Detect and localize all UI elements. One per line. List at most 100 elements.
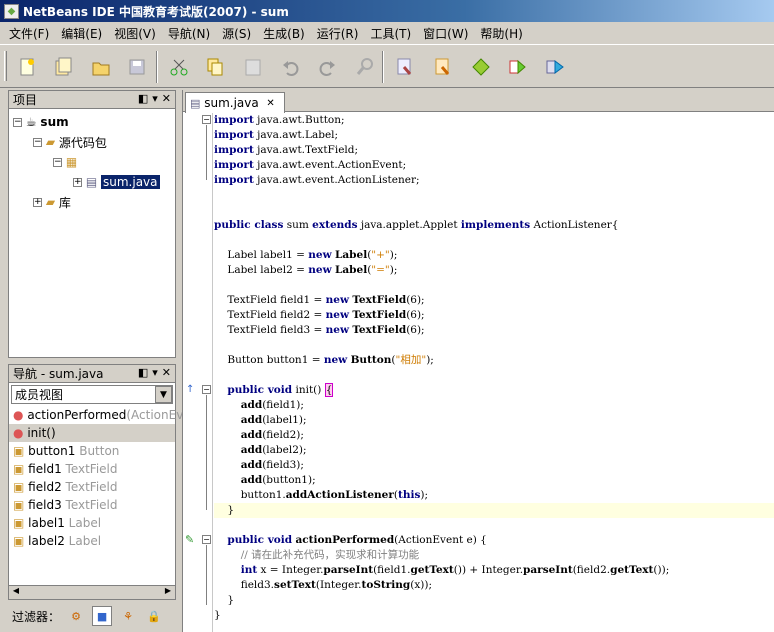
navigator-item-field2[interactable]: ▣ field2 TextField [9,478,175,496]
item-name: actionPerformed [27,408,127,422]
toolbar-grip[interactable] [4,51,7,81]
copy-icon[interactable] [202,54,228,80]
build-icon[interactable] [392,54,418,80]
filter-inherited-icon[interactable]: ⚙ [66,606,86,626]
window-title: NetBeans IDE 中国教育考试版(2007) - sum [23,4,289,19]
menu-help[interactable]: 帮助(H) [475,25,527,42]
code-line: add(label2); [240,444,307,456]
undo-icon[interactable] [278,54,304,80]
step-icon[interactable] [542,54,568,80]
expand-icon[interactable]: + [33,197,42,207]
code-line: import java.awt.event.ActionListener; [214,174,420,186]
toolbar [0,44,774,88]
fold-init-icon[interactable]: − [202,385,211,394]
dropdown-icon[interactable]: ▾ [152,366,158,379]
paste-icon[interactable] [240,54,266,80]
redo-icon[interactable] [314,54,340,80]
menu-view[interactable]: 视图(V) [109,25,161,42]
clean-build-icon[interactable] [430,54,456,80]
navigator-item-field1[interactable]: ▣ field1 TextField [9,460,175,478]
new-project-icon[interactable] [50,54,76,80]
code-line: import java.awt.Label; [214,129,339,141]
item-type: TextField [65,462,118,476]
code-line: TextField field3 = new TextField(6); [214,324,425,336]
expand-icon[interactable]: + [73,177,82,187]
field-icon: ▣ [13,444,25,458]
tree-node-sum-java[interactable]: + ▤ sum.java [73,173,160,191]
code-line: public void init() { [227,383,334,397]
navigator-item-init[interactable]: ● init() [9,424,175,442]
code-line: import java.awt.TextField; [214,144,359,156]
tree-label: 库 [58,195,71,210]
menu-source[interactable]: 源(S) [217,25,256,42]
navigator-item-button1[interactable]: ▣ button1 Button [9,442,175,460]
code-line: } [214,609,221,621]
collapse-icon[interactable]: − [33,137,42,147]
dropdown-icon[interactable]: ▾ [152,92,158,105]
new-file-icon[interactable] [14,54,40,80]
code-line: add(button1); [240,474,316,486]
debug-icon[interactable] [504,54,530,80]
tree-node-sum[interactable]: − ☕ sum [13,113,69,131]
tree-label: sum [40,115,69,129]
filter-bar: 过滤器： ⚙ ■ ⚘ 🔒 [8,601,174,631]
netbeans-logo-icon: ◆ [4,3,19,19]
projects-panel-header: 项目 ◧ ▾ ✕ [9,91,175,109]
filter-private-icon[interactable]: 🔒 [144,606,164,626]
navigator-panel-header: 导航 - sum.java ◧ ▾ ✕ [9,365,175,383]
save-all-icon[interactable] [124,54,150,80]
minimize-icon[interactable]: ◧ [138,366,148,379]
editor-gutter[interactable]: − − ↑ − ✎ [183,113,213,632]
horizontal-scrollbar[interactable]: ◀ ▶ [9,585,175,599]
navigator-item-actionperformed[interactable]: ● actionPerformed (ActionEve [9,406,191,424]
menu-edit[interactable]: 编辑(E) [56,25,107,42]
field-icon: ▣ [13,534,25,548]
scroll-left-icon[interactable]: ◀ [9,586,23,599]
menu-tools[interactable]: 工具(T) [365,25,416,42]
scroll-right-icon[interactable]: ▶ [161,586,175,599]
java-file-icon: ▤ [190,96,201,110]
folder-icon: ▰ [45,135,56,149]
navigator-item-label2[interactable]: ▣ label2 Label [9,532,175,550]
menu-file[interactable]: 文件(F) [4,25,54,42]
close-tab-icon[interactable]: ✕ [266,98,274,109]
code-line: button1.addActionListener(this); [214,489,429,501]
filter-fields-icon[interactable]: ■ [92,606,113,626]
tab-label: sum.java [204,96,259,110]
fold-actionperformed-icon[interactable]: − [202,535,211,544]
editor-tab-bar: ▤ sum.java ✕ [183,90,774,113]
menu-navigate[interactable]: 导航(N) [163,25,215,42]
item-name: label1 [28,516,65,530]
menu-run[interactable]: 运行(R) [312,25,364,42]
tree-node-source-packages[interactable]: − ▰ 源代码包 [33,133,107,151]
chevron-down-icon[interactable]: ▼ [155,386,172,403]
view-select-value: 成员视图 [15,388,64,402]
item-name: field2 [28,480,62,494]
code-line: add(label1); [240,414,307,426]
cut-icon[interactable] [166,54,192,80]
code-line: import java.awt.Button; [214,114,345,126]
tree-node-default-package[interactable]: − ▦ [53,153,77,171]
menu-build[interactable]: 生成(B) [258,25,310,42]
title-bar: ◆ NetBeans IDE 中国教育考试版(2007) - sum [0,0,774,22]
close-icon[interactable]: ✕ [162,92,171,105]
find-icon[interactable] [352,54,378,80]
code-line: import java.awt.event.ActionEvent; [214,159,407,171]
tab-sum-java[interactable]: ▤ sum.java ✕ [185,92,285,113]
run-icon[interactable] [468,54,494,80]
filter-static-icon[interactable]: ⚘ [118,606,138,626]
close-icon[interactable]: ✕ [162,366,171,379]
collapse-icon[interactable]: − [53,157,62,167]
collapse-icon[interactable]: − [13,117,22,127]
menu-window[interactable]: 窗口(W) [418,25,473,42]
code-editor[interactable]: import java.awt.Button; import java.awt.… [214,113,774,632]
open-project-icon[interactable] [88,54,114,80]
code-line: } [214,594,235,606]
item-type: TextField [65,480,118,494]
navigator-item-label1[interactable]: ▣ label1 Label [9,514,175,532]
minimize-icon[interactable]: ◧ [138,92,148,105]
view-select[interactable]: 成员视图 ▼ [11,385,173,404]
tree-node-libraries[interactable]: + ▰ 库 [33,193,71,211]
navigator-item-field3[interactable]: ▣ field3 TextField [9,496,175,514]
fold-imports-icon[interactable]: − [202,115,211,124]
